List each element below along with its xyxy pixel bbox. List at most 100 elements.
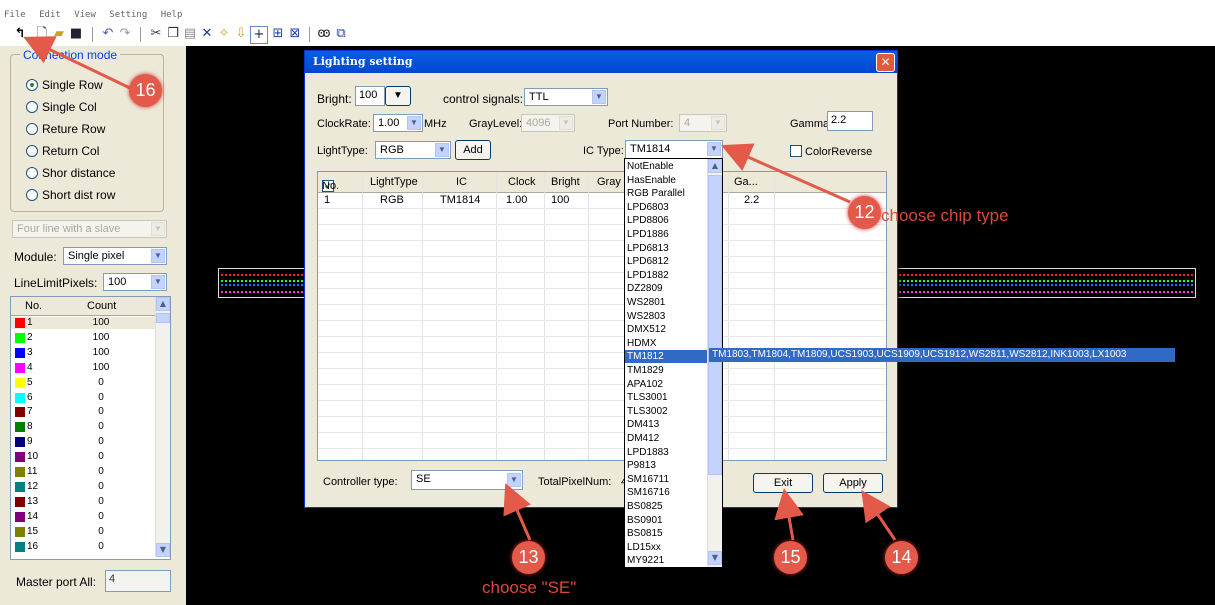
table-row[interactable]: 90 (11, 436, 156, 448)
table-row[interactable]: 10 0 (11, 451, 156, 463)
download-icon[interactable]: ⇩ (233, 26, 249, 42)
redo-arrow-icon[interactable]: ↷ (117, 26, 133, 42)
box-x-icon[interactable]: ⊠ (287, 26, 303, 42)
ic-option[interactable]: DMX512 (627, 323, 707, 336)
table-row[interactable]: 80 (11, 421, 156, 433)
table-row[interactable]: 12 0 (11, 481, 156, 493)
scroll-thumb[interactable] (708, 175, 722, 475)
colorreverse-checkbox[interactable]: ColorReverse (790, 145, 872, 158)
scroll-up-icon[interactable]: ▲ (708, 159, 722, 173)
ic-option[interactable]: RGB Parallel (627, 187, 707, 200)
table-row[interactable]: 14 0 (11, 511, 156, 523)
ic-type-dropdown-list[interactable]: NotEnable HasEnable RGB Parallel LPD6803 LPD… (624, 158, 723, 568)
ic-option[interactable]: WS2803 (627, 310, 707, 323)
dropdown-scrollbar[interactable]: ▲ ▼ (707, 159, 722, 567)
control-signals-combo[interactable]: TTL ▼ (524, 88, 608, 106)
undo-icon[interactable]: ↰ (12, 26, 28, 42)
module-combo[interactable]: Single pixel ▼ (63, 247, 167, 265)
lighttype-combo[interactable]: RGB ▼ (375, 141, 451, 159)
grid-icon[interactable]: ⊞ (270, 26, 286, 42)
menu-setting[interactable]: Setting (109, 10, 147, 20)
ic-option[interactable]: TLS3001 (627, 391, 707, 404)
ic-option[interactable]: LPD6812 (627, 255, 707, 268)
save-icon[interactable]: ■ (68, 26, 84, 42)
linelimit-combo[interactable]: 100 ▼ (103, 273, 167, 291)
delete-icon[interactable]: ✕ (199, 26, 215, 42)
color-swatch (15, 362, 25, 373)
scrollbar[interactable]: ▲ ▼ (155, 297, 170, 557)
radio-shor-distance[interactable]: Shor distance (26, 166, 115, 180)
ic-option[interactable]: LPD8806 (627, 214, 707, 227)
ic-option[interactable]: LPD6803 (627, 201, 707, 214)
ic-option[interactable]: HDMX (627, 337, 707, 350)
ic-option[interactable]: LD15xx (627, 541, 707, 554)
ic-option[interactable]: DM413 (627, 418, 707, 431)
scroll-up-icon[interactable]: ▲ (156, 297, 170, 311)
ic-option[interactable]: DZ2809 (627, 282, 707, 295)
table-row[interactable]: 70 (11, 406, 156, 418)
magic-icon[interactable]: ✧ (216, 26, 232, 42)
ic-option[interactable]: BS0825 (627, 500, 707, 513)
table-row[interactable]: 15 0 (11, 526, 156, 538)
undo-arrow-icon[interactable]: ↶ (100, 26, 116, 42)
menu-file[interactable]: File (4, 10, 26, 20)
ic-option[interactable]: LPD6813 (627, 242, 707, 255)
slave-mode-combo[interactable]: Four line with a slave ▼ (12, 220, 167, 238)
ic-option[interactable]: LPD1882 (627, 269, 707, 282)
paste-icon[interactable]: ▤ (182, 26, 198, 42)
crosshair-icon[interactable]: + (250, 26, 268, 44)
apply-button[interactable]: Apply (823, 473, 883, 493)
scroll-thumb[interactable] (156, 313, 170, 323)
radio-reture-row[interactable]: Reture Row (26, 122, 105, 136)
bright-field[interactable]: 100 (355, 86, 385, 106)
scroll-down-icon[interactable]: ▼ (708, 551, 722, 565)
ic-option[interactable]: DM412 (627, 432, 707, 445)
ic-option[interactable]: TM1829 (627, 364, 707, 377)
table-row[interactable]: 4 100 (11, 362, 156, 374)
exit-button[interactable]: Exit (753, 473, 813, 493)
menu-view[interactable]: View (74, 10, 96, 20)
table-row[interactable]: 3 100 (11, 347, 156, 359)
ictype-combo[interactable]: TM1814 ▼ (625, 140, 723, 159)
radio-return-col[interactable]: Return Col (26, 144, 99, 158)
ic-option[interactable]: BS0901 (627, 514, 707, 527)
radio-short-dist-row[interactable]: Short dist row (26, 188, 115, 202)
table-row[interactable]: 11 0 (11, 466, 156, 478)
table-row[interactable]: 13 0 (11, 496, 156, 508)
table-row[interactable]: 50 (11, 377, 156, 389)
open-folder-icon[interactable]: ▰ (51, 26, 67, 42)
close-icon[interactable]: ✕ (876, 53, 895, 72)
ic-option[interactable]: LPD1886 (627, 228, 707, 241)
fit-icon[interactable]: ⧉ (333, 26, 349, 42)
controller-type-combo[interactable]: SE ▼ (411, 470, 523, 490)
scroll-down-icon[interactable]: ▼ (156, 543, 170, 557)
ic-option[interactable]: MY9221 (627, 554, 707, 567)
table-row[interactable]: 16 0 (11, 541, 156, 553)
ic-option[interactable]: SM16711 (627, 473, 707, 486)
ic-option[interactable]: HasEnable (627, 174, 707, 187)
ic-option[interactable]: SM16716 (627, 486, 707, 499)
radio-single-row[interactable]: Single Row (26, 78, 103, 92)
ic-option[interactable]: NotEnable (627, 160, 707, 173)
cut-icon[interactable]: ✂ (148, 26, 164, 42)
bright-dropdown-button[interactable]: ▼ (385, 86, 411, 106)
ic-option[interactable]: TM1812 (625, 350, 711, 364)
table-row[interactable]: 2 100 (11, 332, 156, 344)
ic-option[interactable]: LPD1883 (627, 446, 707, 459)
gamma-field[interactable]: 2.2 (827, 111, 873, 131)
ic-option[interactable]: APA102 (627, 378, 707, 391)
table-row[interactable]: 60 (11, 392, 156, 404)
ic-option[interactable]: WS2801 (627, 296, 707, 309)
menu-edit[interactable]: Edit (39, 10, 61, 20)
ic-option[interactable]: TLS3002 (627, 405, 707, 418)
binoculars-icon[interactable]: ꙭ (316, 26, 332, 42)
ic-option[interactable]: P9813 (627, 459, 707, 472)
new-file-icon[interactable]: 🗋 (34, 26, 50, 42)
table-row[interactable]: 1 100 (11, 317, 156, 329)
menu-help[interactable]: Help (161, 10, 183, 20)
clockrate-combo[interactable]: 1.00 ▼ (373, 114, 423, 132)
copy-icon[interactable]: ❐ (165, 26, 181, 42)
add-button[interactable]: Add (455, 140, 491, 160)
radio-single-col[interactable]: Single Col (26, 100, 97, 114)
ic-option[interactable]: BS0815 (627, 527, 707, 540)
